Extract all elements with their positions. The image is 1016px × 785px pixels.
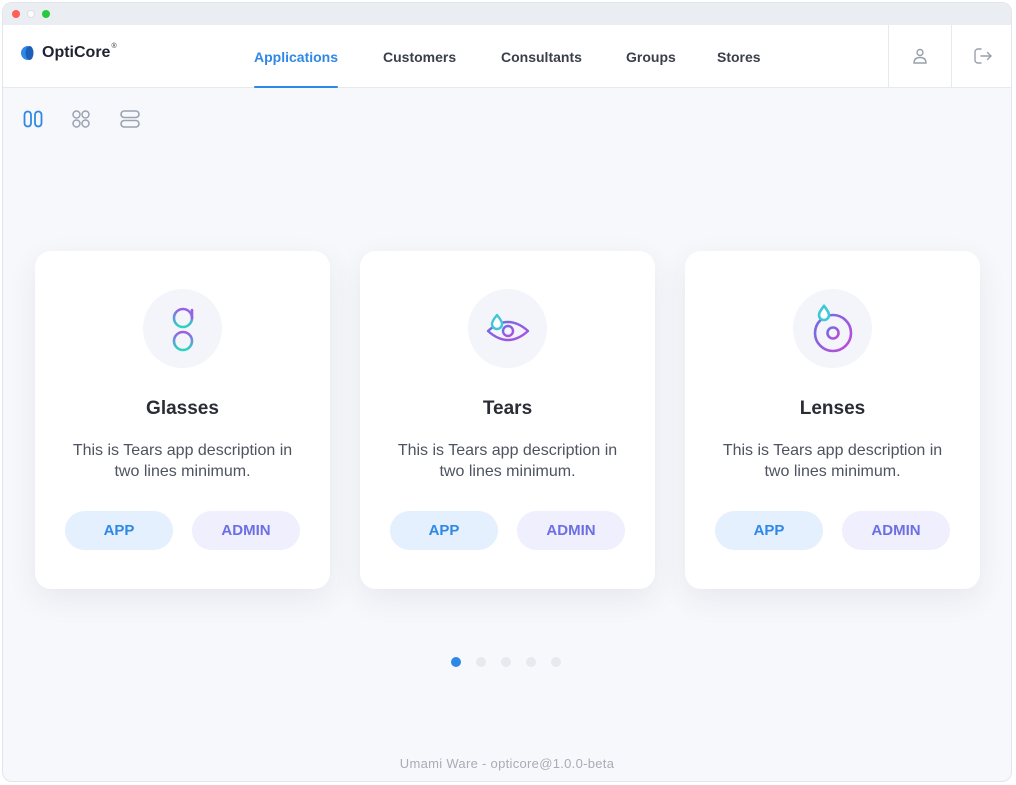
nav-tab-label: Groups	[626, 49, 676, 65]
opticore-logo-icon	[19, 45, 35, 61]
window-titlebar	[3, 3, 1011, 25]
user-icon	[912, 48, 927, 64]
eye-drop-icon	[486, 313, 529, 341]
open-app-button[interactable]: APP	[390, 511, 498, 550]
card-title: Glasses	[146, 398, 219, 419]
page-dot-4[interactable]	[526, 657, 536, 667]
card-icon-container	[793, 289, 872, 368]
carousel-pagination	[451, 657, 561, 667]
brand-name: OptiCore	[42, 44, 111, 61]
card-icon-container	[143, 289, 222, 368]
open-admin-button[interactable]: ADMIN	[192, 511, 300, 550]
grid-view-icon	[72, 110, 90, 128]
top-header: OptiCore ® Applications Customers Consul…	[3, 25, 1011, 88]
profile-button[interactable]	[888, 25, 950, 87]
card-icon-container	[468, 289, 547, 368]
logout-icon	[973, 48, 992, 64]
page-dot-2[interactable]	[476, 657, 486, 667]
app-card-glasses: Glasses This is Tears app description in…	[35, 251, 330, 589]
nav-tab-customers[interactable]: Customers	[383, 25, 456, 87]
card-description: This is Tears app description in two lin…	[72, 442, 293, 480]
card-title: Lenses	[799, 398, 866, 419]
card-description: This is Tears app description in two lin…	[397, 442, 618, 480]
open-admin-button[interactable]: ADMIN	[517, 511, 625, 550]
list-view-icon	[120, 110, 140, 128]
carousel-view-icon	[23, 110, 43, 128]
page-dot-3[interactable]	[501, 657, 511, 667]
nav-tab-label: Customers	[383, 49, 457, 65]
card-description: This is Tears app description in two lin…	[722, 442, 943, 480]
logout-button[interactable]	[951, 25, 1011, 87]
nav-tab-stores[interactable]: Stores	[717, 25, 761, 87]
version-footer: Umami Ware - opticore@1.0.0-beta	[399, 756, 615, 771]
app-window: OptiCore ® Applications Customers Consul…	[2, 2, 1012, 782]
page-dot-5[interactable]	[551, 657, 561, 667]
page-dot-1[interactable]	[451, 657, 461, 667]
active-tab-indicator	[254, 86, 339, 88]
grid-view-toggle[interactable]	[69, 107, 93, 131]
app-card-lenses: Lenses This is Tears app description in …	[685, 251, 980, 589]
open-app-button[interactable]: APP	[715, 511, 823, 550]
nav-tab-consultants[interactable]: Consultants	[501, 25, 582, 87]
nav-tab-applications[interactable]: Applications	[254, 25, 339, 88]
app-card-tears: Tears This is Tears app description in t…	[360, 251, 655, 589]
maximize-window-button[interactable]	[42, 10, 50, 18]
nav-tab-label: Stores	[717, 49, 761, 65]
nav-tab-groups[interactable]: Groups	[626, 25, 676, 87]
glasses-icon	[172, 307, 193, 351]
list-view-toggle[interactable]	[118, 107, 142, 131]
minimize-window-button[interactable]	[27, 10, 35, 18]
open-app-button[interactable]: APP	[65, 511, 173, 550]
lens-drop-icon	[813, 303, 852, 352]
carousel-view-toggle[interactable]	[21, 107, 45, 131]
brand-registered-mark: ®	[111, 42, 117, 50]
card-title: Tears	[482, 398, 533, 419]
nav-tab-label: Applications	[254, 49, 339, 65]
open-admin-button[interactable]: ADMIN	[842, 511, 950, 550]
brand-logo[interactable]: OptiCore ®	[19, 42, 117, 62]
nav-tab-label: Consultants	[501, 49, 582, 65]
close-window-button[interactable]	[12, 10, 20, 18]
